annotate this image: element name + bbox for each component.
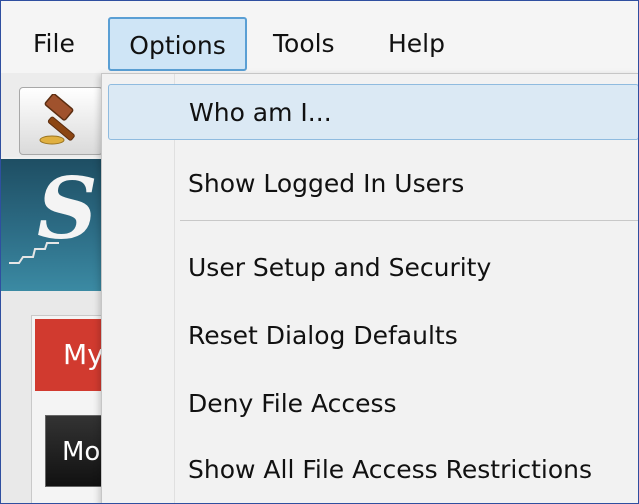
menu-item-user-setup-security[interactable]: User Setup and Security [108,240,638,296]
application-window: File Options Tools Help S My Mo Who am I… [0,0,639,504]
menu-item-deny-file-access[interactable]: Deny File Access [108,376,638,432]
menu-item-reset-dialog-defaults[interactable]: Reset Dialog Defaults [108,308,638,364]
gavel-toolbar-button[interactable] [19,87,103,155]
options-dropdown-menu: Who am I... Show Logged In Users User Se… [101,73,638,503]
waveform-icon [9,242,59,264]
menu-options[interactable]: Options [108,17,247,71]
menu-item-who-am-i[interactable]: Who am I... [108,84,638,140]
menu-bar: File Options Tools Help [1,1,638,74]
menu-help[interactable]: Help [376,17,457,71]
gavel-icon [39,94,75,145]
menu-item-show-file-access-restrictions[interactable]: Show All File Access Restrictions [108,442,638,498]
menu-file[interactable]: File [21,17,87,71]
menu-separator [180,220,638,221]
menu-tools[interactable]: Tools [261,17,347,71]
menu-item-show-logged-in-users[interactable]: Show Logged In Users [108,156,638,212]
